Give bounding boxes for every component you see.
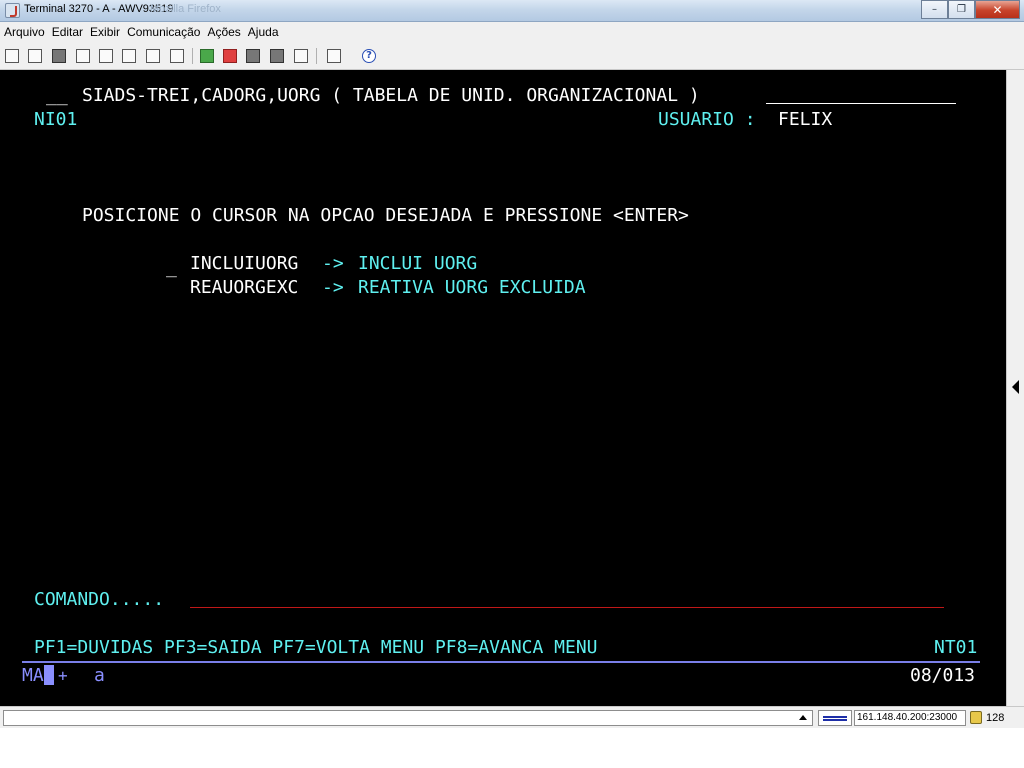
keypad-icon[interactable] bbox=[170, 49, 184, 63]
window-controls: – ❐ ✕ bbox=[921, 0, 1020, 19]
menu-comunicacao[interactable]: Comunicação bbox=[127, 25, 200, 39]
option-desc-reativa-uorg: REATIVA UORG EXCLUIDA bbox=[358, 277, 586, 298]
pf-keys-legend: PF1=DUVIDAS PF3=SAIDA PF7=VOLTA MENU PF8… bbox=[34, 637, 598, 658]
oia-mode-text: MA bbox=[22, 665, 44, 686]
desktop-background bbox=[0, 728, 1024, 768]
play-icon[interactable] bbox=[200, 49, 214, 63]
cursor-position: 08/013 bbox=[910, 665, 976, 686]
close-button[interactable]: ✕ bbox=[975, 0, 1020, 19]
chevron-left-icon[interactable] bbox=[1012, 380, 1019, 394]
send-icon[interactable] bbox=[294, 49, 308, 63]
oia-mode: MA bbox=[22, 664, 54, 688]
pause-icon[interactable] bbox=[270, 49, 284, 63]
header-title: SIADS-TREI,CADORG,UORG ( TABELA DE UNID.… bbox=[82, 85, 700, 106]
oia-plus: + bbox=[58, 666, 68, 685]
record-icon[interactable] bbox=[223, 49, 237, 63]
option-arrow: -> bbox=[322, 253, 344, 274]
screen-code: NT01 bbox=[934, 637, 978, 658]
lock-icon bbox=[970, 711, 982, 724]
menu-ajuda[interactable]: Ajuda bbox=[248, 25, 279, 39]
menu-exibir[interactable]: Exibir bbox=[90, 25, 120, 39]
print-icon[interactable] bbox=[122, 49, 136, 63]
menu-arquivo[interactable]: Arquivo bbox=[4, 25, 45, 39]
minimize-button[interactable]: – bbox=[921, 0, 948, 19]
macro-icon[interactable] bbox=[146, 49, 160, 63]
oia-indicator: a bbox=[94, 665, 105, 686]
option-arrow: -> bbox=[322, 277, 344, 298]
user-value: FELIX bbox=[778, 109, 833, 130]
chevron-up-icon[interactable] bbox=[799, 715, 807, 720]
option-code-incluiuorg[interactable]: INCLUIUORG bbox=[190, 252, 298, 276]
paste-icon[interactable] bbox=[99, 49, 113, 63]
toolbar: ? bbox=[0, 42, 1024, 70]
open-icon[interactable] bbox=[28, 49, 42, 63]
instruction-text: POSICIONE O CURSOR NA OPCAO DESEJADA E P… bbox=[82, 205, 689, 226]
header-underline-field bbox=[766, 103, 956, 104]
toolbar-separator bbox=[192, 48, 193, 64]
status-bar: 161.148.40.200:23000 128 bbox=[0, 706, 1024, 728]
cursor-block bbox=[43, 665, 54, 685]
close-icon: ✕ bbox=[992, 2, 1003, 17]
user-label: USUARIO : bbox=[658, 109, 756, 130]
connection-status bbox=[818, 710, 852, 726]
receive-icon[interactable] bbox=[327, 49, 341, 63]
connection-icon bbox=[823, 716, 847, 721]
status-message-field bbox=[3, 710, 813, 726]
title-bar: Terminal 3270 - A - AWV93519 Mozilla Fir… bbox=[0, 0, 1024, 22]
menu-editar[interactable]: Editar bbox=[52, 25, 83, 39]
command-input-field[interactable] bbox=[190, 607, 944, 608]
option-cursor-field[interactable]: _ bbox=[166, 256, 177, 280]
transfer-icon[interactable] bbox=[52, 49, 66, 63]
header-prefix[interactable]: __ bbox=[46, 84, 68, 108]
minimize-icon: – bbox=[932, 4, 937, 15]
new-session-icon[interactable] bbox=[5, 49, 19, 63]
menu-bar: Arquivo Editar Exibir Comunicação Ações … bbox=[0, 22, 1024, 42]
command-label: COMANDO..... bbox=[34, 589, 165, 610]
maximize-button[interactable]: ❐ bbox=[948, 0, 975, 19]
option-code-reauorgexc[interactable]: REAUORGEXC bbox=[190, 276, 298, 300]
encryption-bits: 128 bbox=[986, 712, 1005, 724]
java-app-icon bbox=[5, 3, 20, 18]
option-desc-inclui-uorg: INCLUI UORG bbox=[358, 253, 478, 274]
toolbar-separator bbox=[316, 48, 317, 64]
menu-acoes[interactable]: Ações bbox=[207, 25, 240, 39]
screen-id: NI01 bbox=[34, 109, 78, 130]
oia-separator bbox=[22, 661, 980, 663]
restore-icon: ❐ bbox=[957, 4, 966, 15]
terminal-screen[interactable]: __ SIADS-TREI,CADORG,UORG ( TABELA DE UN… bbox=[0, 70, 1006, 706]
help-icon[interactable]: ? bbox=[362, 49, 376, 63]
side-panel-toggle[interactable] bbox=[1006, 70, 1024, 706]
host-address: 161.148.40.200:23000 bbox=[854, 710, 966, 726]
copy-icon[interactable] bbox=[76, 49, 90, 63]
stop-icon[interactable] bbox=[246, 49, 260, 63]
background-window-title: Mozilla Firefox bbox=[150, 3, 221, 15]
